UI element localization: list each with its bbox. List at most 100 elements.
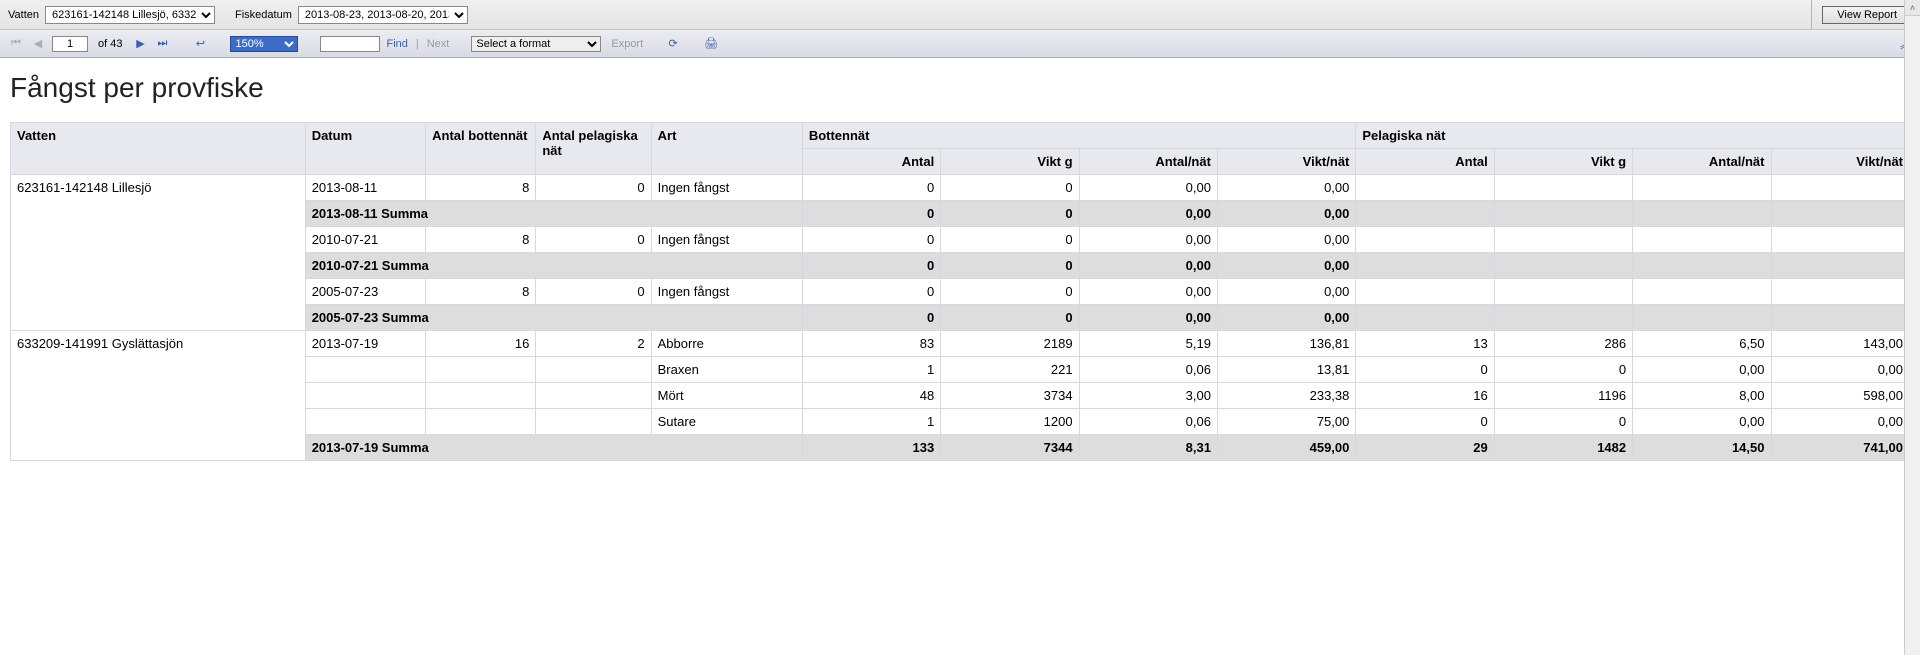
cell-bottennat-value: 221 [941,357,1079,383]
col-p-antalnat: Antal/nät [1633,149,1771,175]
cell-pelagiska-value: 598,00 [1771,383,1910,409]
cell-datum [305,383,425,409]
cell-pelagiska-value: 0,00 [1771,409,1910,435]
cell-pelagiska-value [1771,201,1910,227]
cell-art: Braxen [651,357,802,383]
cell-bottennat-value: 0,00 [1217,279,1355,305]
last-page-icon[interactable]: ⏭ [154,36,170,52]
cell-bottennat-value: 0,00 [1217,305,1355,331]
cell-pelagiska-value: 1196 [1494,383,1632,409]
col-vatten: Vatten [11,123,306,175]
col-datum: Datum [305,123,425,175]
col-art: Art [651,123,802,175]
next-page-icon[interactable]: ▶ [132,36,148,52]
cell-bottennat-value: 0,00 [1079,253,1217,279]
cell-antal-bottennat: 8 [426,175,536,201]
cell-antal-pelagiska [536,383,651,409]
cell-pelagiska-value: 8,00 [1633,383,1771,409]
parameter-bar: Vatten 623161-142148 Lillesjö, 633209- F… [0,0,1920,30]
cell-art: Ingen fångst [651,175,802,201]
cell-antal-pelagiska: 0 [536,227,651,253]
refresh-icon[interactable]: ⟳ [665,36,681,52]
cell-pelagiska-value [1633,175,1771,201]
col-bottennat: Bottennät [802,123,1356,149]
cell-pelagiska-value [1494,227,1632,253]
cell-art: Sutare [651,409,802,435]
cell-bottennat-value: 1 [802,409,940,435]
cell-bottennat-value: 136,81 [1217,331,1355,357]
cell-summa: 2005-07-23 Summa [305,305,802,331]
col-p-vikt: Vikt g [1494,149,1632,175]
cell-pelagiska-value [1494,253,1632,279]
page-number-input[interactable] [52,36,88,52]
cell-pelagiska-value [1494,175,1632,201]
cell-antal-pelagiska [536,409,651,435]
report-toolbar: ⏮ ◀ of 43 ▶ ⏭ ↩ 150% Find | Next Select … [0,30,1920,58]
report-area: Fångst per provfiske Vatten Datum Antal … [0,58,1920,655]
param-vatten: Vatten 623161-142148 Lillesjö, 633209- [8,6,215,24]
cell-pelagiska-value: 0 [1494,409,1632,435]
cell-summa: 2013-08-11 Summa [305,201,802,227]
cell-bottennat-value: 0,00 [1079,201,1217,227]
cell-pelagiska-value: 0,00 [1633,409,1771,435]
cell-pelagiska-value: 0 [1356,409,1494,435]
cell-pelagiska-value [1494,201,1632,227]
col-p-antal: Antal [1356,149,1494,175]
cell-pelagiska-value [1633,201,1771,227]
print-icon[interactable]: 🖨 [703,36,719,52]
cell-pelagiska-value [1356,227,1494,253]
scroll-up-icon[interactable]: ˄ [1905,0,1920,16]
cell-datum: 2010-07-21 [305,227,425,253]
cell-bottennat-value: 0,00 [1217,175,1355,201]
cell-pelagiska-value [1356,253,1494,279]
cell-pelagiska-value: 0,00 [1633,357,1771,383]
vatten-select[interactable]: 623161-142148 Lillesjö, 633209- [45,6,215,24]
export-format-select[interactable]: Select a format [471,36,601,52]
cell-bottennat-value: 3,00 [1079,383,1217,409]
cell-bottennat-value: 83 [802,331,940,357]
cell-pelagiska-value [1633,253,1771,279]
cell-art: Ingen fångst [651,279,802,305]
zoom-select[interactable]: 150% [230,36,298,52]
prev-page-icon: ◀ [30,36,46,52]
cell-antal-pelagiska: 2 [536,331,651,357]
cell-pelagiska-value [1633,305,1771,331]
cell-bottennat-value: 48 [802,383,940,409]
vertical-scrollbar[interactable]: ˄ [1904,0,1920,655]
cell-bottennat-value: 0,06 [1079,409,1217,435]
cell-bottennat-value: 0 [941,253,1079,279]
view-report-wrap: View Report [1811,0,1912,30]
export-link: Export [611,38,643,50]
cell-bottennat-value: 0,00 [1079,305,1217,331]
cell-bottennat-value: 0,00 [1217,227,1355,253]
cell-antal-bottennat: 8 [426,227,536,253]
back-parent-icon[interactable]: ↩ [192,36,208,52]
cell-bottennat-value: 133 [802,435,940,461]
cell-summa: 2013-07-19 Summa [305,435,802,461]
cell-bottennat-value: 0,00 [1079,227,1217,253]
cell-bottennat-value: 2189 [941,331,1079,357]
report-title: Fångst per provfiske [10,72,1910,104]
col-b-viktnat: Vikt/nät [1217,149,1355,175]
find-link[interactable]: Find [386,38,407,50]
view-report-button[interactable]: View Report [1822,6,1912,24]
find-input[interactable] [320,36,380,52]
col-p-viktnat: Vikt/nät [1771,149,1910,175]
cell-pelagiska-value [1356,175,1494,201]
cell-bottennat-value: 0 [802,175,940,201]
cell-pelagiska-value: 0,00 [1771,357,1910,383]
table-row: 623161-142148 Lillesjö2013-08-1180Ingen … [11,175,1910,201]
cell-antal-bottennat [426,383,536,409]
cell-antal-bottennat: 8 [426,279,536,305]
cell-datum [305,409,425,435]
cell-pelagiska-value [1771,305,1910,331]
cell-bottennat-value: 75,00 [1217,409,1355,435]
cell-bottennat-value: 0 [802,201,940,227]
cell-bottennat-value: 1 [802,357,940,383]
cell-bottennat-value: 0 [802,227,940,253]
cell-bottennat-value: 0 [941,201,1079,227]
cell-bottennat-value: 0,00 [1079,175,1217,201]
fiskedatum-select[interactable]: 2013-08-23, 2013-08-20, 2013-0 [298,6,468,24]
cell-pelagiska-value [1356,201,1494,227]
cell-bottennat-value: 13,81 [1217,357,1355,383]
